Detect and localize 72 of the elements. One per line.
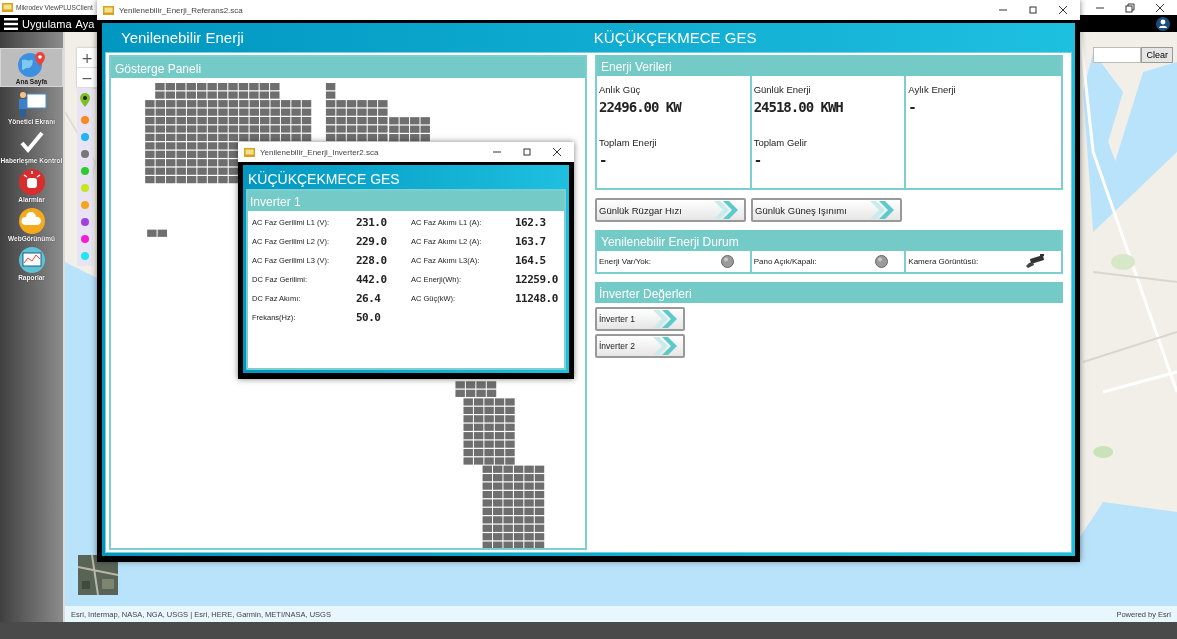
energy-label: Günlük Enerji	[753, 84, 812, 95]
reading-value: 162.3	[515, 215, 547, 229]
layer-dot-icon[interactable]	[81, 252, 89, 260]
site-heading: KÜÇÜKÇEKMECE GES	[247, 170, 401, 189]
chevron-icon	[870, 201, 896, 219]
status-label: Kamera Görüntüsü:	[908, 257, 979, 266]
user-icon[interactable]	[1156, 16, 1170, 31]
menu-icon[interactable]	[4, 17, 18, 30]
chevron-icon	[653, 310, 679, 328]
layer-dot-icon[interactable]	[81, 150, 89, 158]
camera-icon[interactable]	[1025, 254, 1045, 269]
reading-value: 163.7	[515, 234, 547, 248]
energy-value: 24518.00 KWH	[753, 99, 844, 115]
reading-value: 26.4	[356, 291, 382, 305]
section-header: Enerji Verileri	[597, 55, 1061, 76]
energy-value: -	[753, 152, 763, 168]
inverter-button[interactable]: İnverter 1	[595, 307, 685, 331]
reading-value: 50.0	[356, 310, 382, 324]
close-icon[interactable]	[1058, 5, 1068, 15]
layer-dot-icon[interactable]	[81, 133, 89, 141]
close-icon[interactable]	[552, 147, 562, 157]
section-header: Yenilenebilir Enerji Durum	[597, 230, 1061, 251]
chart-button[interactable]: Günlük Güneş Işınımı	[751, 198, 902, 222]
chart-button[interactable]: Günlük Rüzgar Hızı	[595, 198, 746, 222]
site-heading: KÜÇÜKÇEKMECE GES	[593, 29, 757, 46]
energy-value: -	[599, 152, 608, 168]
menu-item[interactable]: Aya	[75, 17, 95, 30]
energy-label: Toplam Gelir	[753, 137, 808, 148]
status-label: Pano Açık/Kapalı:	[753, 257, 817, 266]
reading-value: 229.0	[356, 234, 388, 248]
layer-dot-icon[interactable]	[81, 167, 89, 175]
map-pin-icon[interactable]	[80, 93, 90, 107]
clear-button[interactable]: Clear	[1141, 47, 1173, 63]
reading-value: 228.0	[356, 253, 388, 267]
maximize-icon[interactable]	[1028, 5, 1038, 15]
energy-label: Aylık Enerji	[908, 84, 957, 95]
app-icon	[103, 5, 114, 15]
window-title: Yenilenebilir_Enerji_Referans2.sca	[119, 5, 243, 15]
energy-label: Anlık Güç	[599, 84, 642, 95]
page-heading: Yenilenebilir Enerji	[121, 29, 244, 46]
inverter-button[interactable]: İnverter 2	[595, 334, 685, 358]
layer-dot-icon[interactable]	[81, 235, 89, 243]
close-icon[interactable]	[1155, 2, 1165, 13]
restore-icon[interactable]	[1125, 2, 1135, 13]
energy-value: 22496.00 KW	[599, 99, 683, 115]
basemap-thumbnail[interactable]	[78, 555, 118, 595]
layer-dot-icon[interactable]	[81, 184, 89, 192]
energy-value: -	[908, 99, 917, 115]
reading-value: 164.5	[515, 253, 547, 267]
section-header: İnverter Değerleri	[595, 282, 1063, 303]
reading-value: 12259.0	[515, 272, 559, 286]
reading-value: 442.0	[356, 272, 388, 286]
energy-label: Toplam Enerji	[599, 137, 658, 148]
reading-value: 11248.0	[515, 291, 559, 305]
app-icon	[244, 147, 255, 157]
layer-dot-icon[interactable]	[81, 201, 89, 209]
section-header: Gösterge Paneli	[111, 57, 585, 78]
status-label: Enerji Var/Yok:	[599, 257, 652, 266]
zoom-in-button[interactable]: +	[77, 48, 97, 68]
reading-value: 231.0	[356, 215, 388, 229]
chevron-icon	[714, 201, 740, 219]
window-title: Yenilenebilir_Enerji_Inverter2.sca	[260, 147, 379, 157]
layer-dot-icon[interactable]	[81, 218, 89, 226]
menu-item[interactable]: Uygulama	[22, 17, 72, 30]
zoom-out-button[interactable]: −	[77, 68, 97, 88]
app-icon	[2, 3, 13, 12]
chevron-icon	[653, 337, 679, 355]
globe-pin-icon	[15, 50, 48, 78]
section-header: Inverter 1	[248, 191, 564, 211]
search-field[interactable]	[1093, 47, 1142, 63]
maximize-icon[interactable]	[522, 147, 532, 157]
layer-dot-icon[interactable]	[81, 116, 89, 124]
